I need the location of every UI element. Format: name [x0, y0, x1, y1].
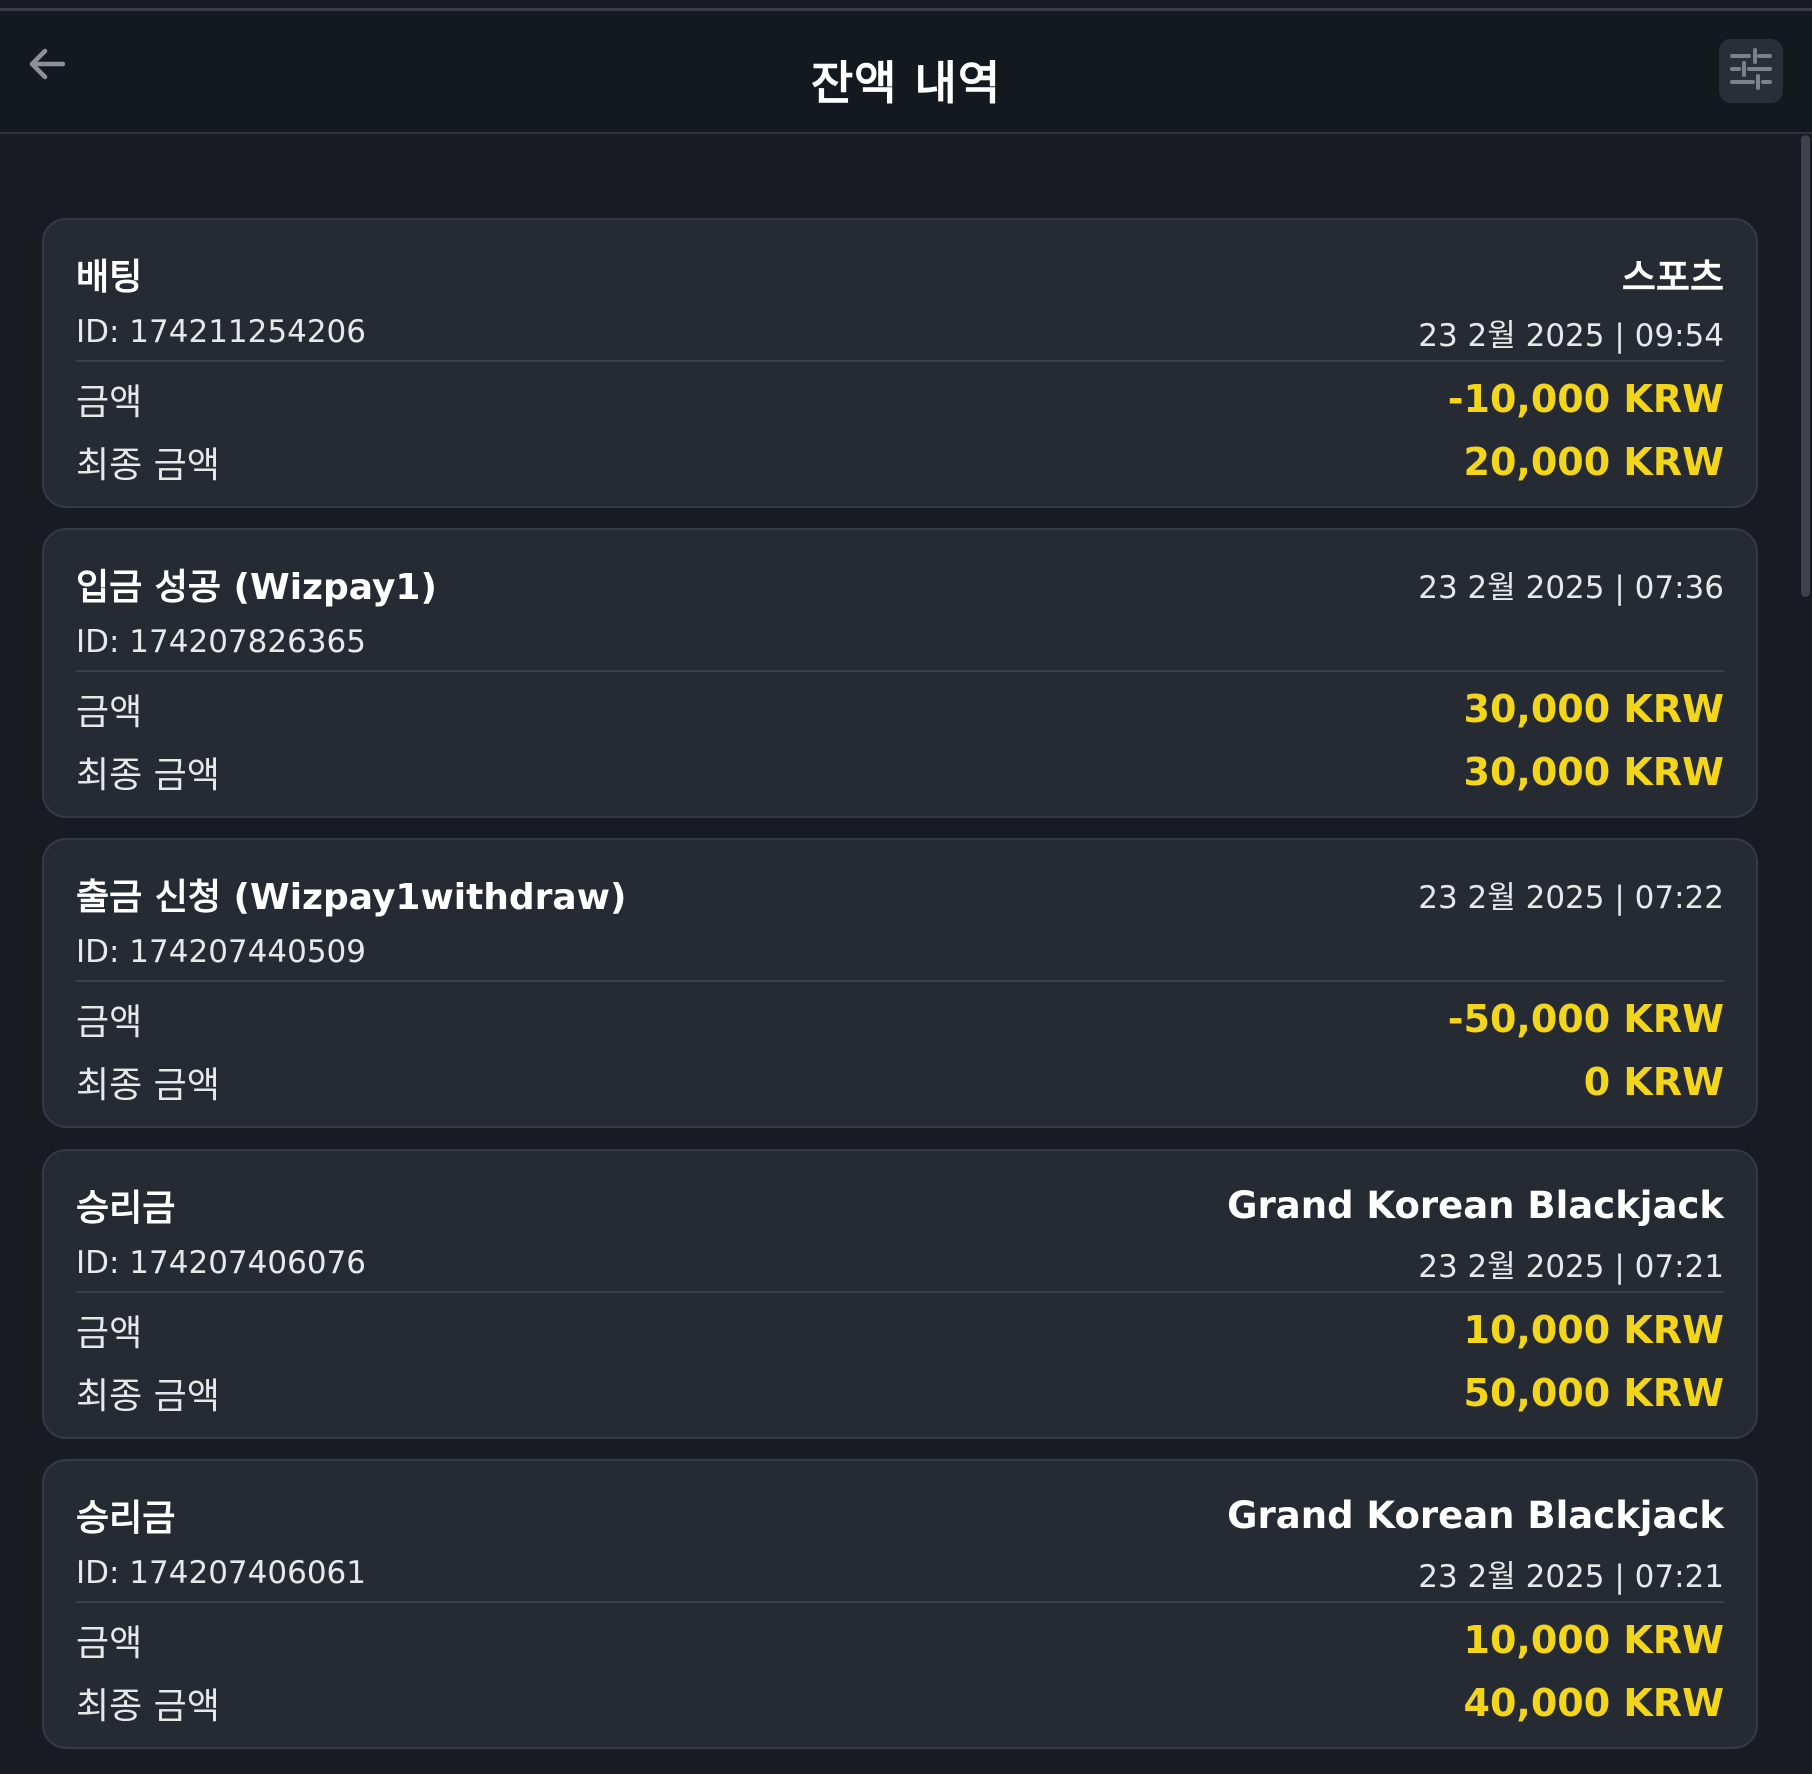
transaction-provider: 스포츠 — [1621, 256, 1724, 299]
transaction-date: 23 2월 2025 | 07:36 — [1418, 569, 1724, 606]
transaction-date: 23 2월 2025 | 07:21 — [1418, 1248, 1724, 1285]
scrollbar-thumb[interactable] — [1801, 135, 1810, 597]
app-header: 잔액 내역 — [0, 11, 1812, 134]
transaction-type: 승리금 — [76, 1188, 176, 1229]
amount-label: 금액 — [76, 1313, 143, 1354]
transaction-card[interactable]: 배팅 스포츠 ID: 174211254206 23 2월 2025 | 09:… — [42, 218, 1758, 508]
sliders-icon — [1729, 48, 1773, 94]
status-bar-divider — [0, 0, 1812, 11]
transaction-type: 출금 신청 (Wizpay1withdraw) — [76, 877, 627, 918]
card-divider — [76, 1291, 1724, 1293]
final-amount-label: 최종 금액 — [76, 445, 220, 486]
final-amount-value: 40,000 KRW — [1463, 1681, 1725, 1725]
final-amount-value: 0 KRW — [1583, 1060, 1724, 1104]
transaction-type: 배팅 — [76, 257, 143, 298]
amount-label: 금액 — [76, 1002, 143, 1043]
amount-label: 금액 — [76, 382, 143, 423]
transaction-provider: Grand Korean Blackjack — [1227, 1493, 1724, 1537]
page-title: 잔액 내역 — [810, 56, 1002, 110]
final-amount-label: 최종 금액 — [76, 1376, 220, 1417]
transaction-card[interactable]: 승리금 Grand Korean Blackjack ID: 174207406… — [42, 1459, 1758, 1749]
transaction-card[interactable]: 승리금 Grand Korean Blackjack ID: 174207406… — [42, 1149, 1758, 1439]
transaction-type: 입금 성공 (Wizpay1) — [76, 567, 437, 608]
transaction-id: ID: 174207826365 — [76, 624, 366, 660]
card-divider — [76, 360, 1724, 362]
transaction-card[interactable]: 입금 성공 (Wizpay1) 23 2월 2025 | 07:36 ID: 1… — [42, 528, 1758, 818]
scrollbar[interactable] — [1799, 135, 1812, 1774]
amount-value: 10,000 KRW — [1463, 1308, 1725, 1352]
transaction-provider: Grand Korean Blackjack — [1227, 1183, 1724, 1227]
card-divider — [76, 1601, 1724, 1603]
transaction-date: 23 2월 2025 | 09:54 — [1418, 317, 1724, 354]
amount-value: -10,000 KRW — [1447, 377, 1724, 421]
transaction-id: ID: 174207406076 — [76, 1245, 366, 1281]
amount-value: 30,000 KRW — [1463, 687, 1725, 731]
transaction-id: ID: 174207406061 — [76, 1555, 366, 1591]
transaction-type: 승리금 — [76, 1498, 176, 1539]
final-amount-value: 50,000 KRW — [1463, 1371, 1725, 1415]
amount-label: 금액 — [76, 692, 143, 733]
card-divider — [76, 980, 1724, 982]
amount-label: 금액 — [76, 1623, 143, 1664]
final-amount-label: 최종 금액 — [76, 755, 220, 796]
transaction-id: ID: 174211254206 — [76, 314, 366, 350]
balance-history-list: 배팅 스포츠 ID: 174211254206 23 2월 2025 | 09:… — [0, 134, 1812, 1774]
transaction-date: 23 2월 2025 | 07:21 — [1418, 1558, 1724, 1595]
final-amount-value: 30,000 KRW — [1463, 750, 1725, 794]
transaction-date: 23 2월 2025 | 07:22 — [1418, 879, 1724, 916]
card-divider — [76, 670, 1724, 672]
final-amount-label: 최종 금액 — [76, 1686, 220, 1727]
filter-button[interactable] — [1719, 39, 1783, 103]
final-amount-value: 20,000 KRW — [1463, 440, 1725, 484]
transaction-id: ID: 174207440509 — [76, 934, 366, 970]
transaction-card[interactable]: 출금 신청 (Wizpay1withdraw) 23 2월 2025 | 07:… — [42, 838, 1758, 1128]
amount-value: 10,000 KRW — [1463, 1618, 1725, 1662]
amount-value: -50,000 KRW — [1447, 997, 1724, 1041]
final-amount-label: 최종 금액 — [76, 1065, 220, 1106]
